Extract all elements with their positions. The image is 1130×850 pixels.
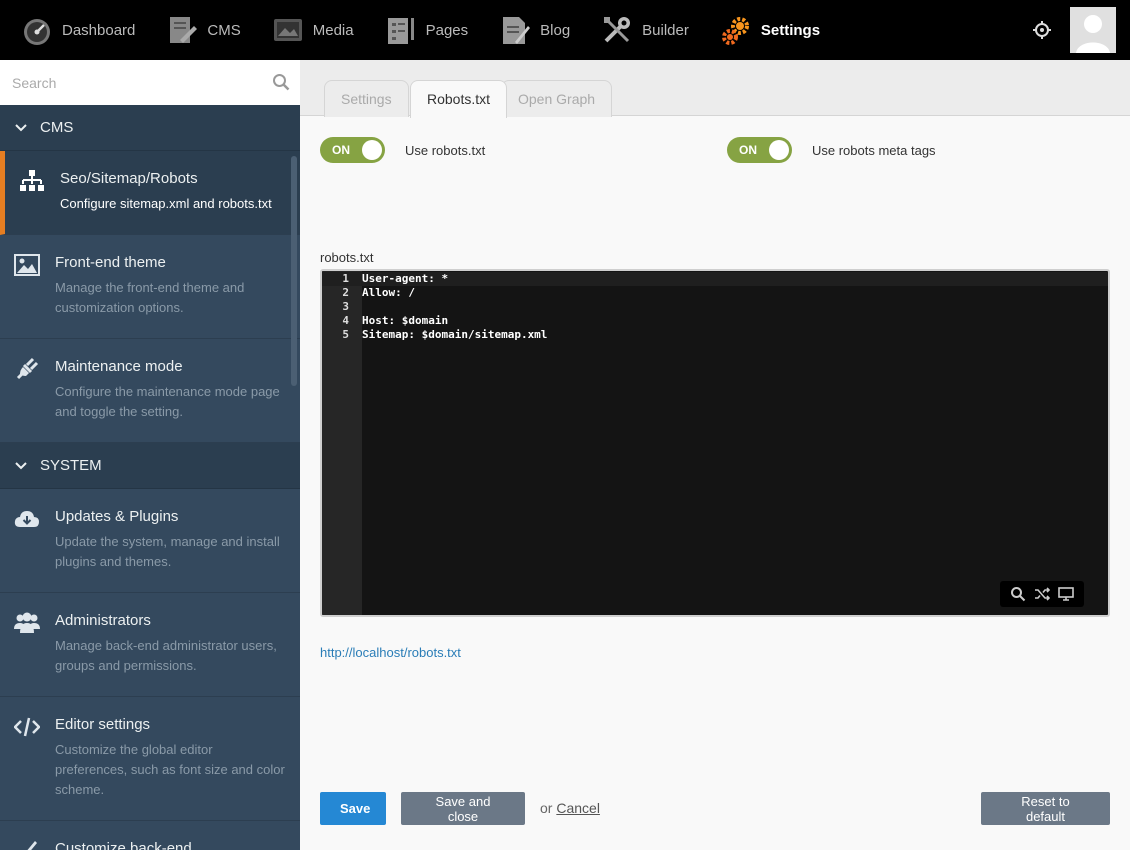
topbar-right — [1032, 0, 1130, 60]
sidebar-item-desc: Customize the global editor preferences,… — [55, 742, 285, 797]
code-line: 5 Sitemap: $domain/sitemap.xml — [342, 328, 548, 341]
switch-knob — [769, 140, 789, 160]
sidebar-item-desc: Configure sitemap.xml and robots.txt — [60, 196, 272, 211]
cancel-link[interactable]: Cancel — [556, 800, 600, 816]
cms-icon — [165, 13, 199, 47]
toggle-label: Use robots meta tags — [812, 142, 936, 158]
save-and-close-button[interactable]: Save and close — [401, 792, 525, 825]
crosshair-icon[interactable] — [1032, 20, 1052, 40]
blog-icon — [498, 13, 532, 47]
use-robots-meta-switch[interactable]: ON — [727, 137, 792, 163]
toggle-use-robots-txt: ON Use robots.txt — [320, 137, 485, 163]
tab-settings[interactable]: Settings — [324, 80, 409, 117]
sidebar-item-maintenance-mode[interactable]: Maintenance mode Configure the maintenan… — [0, 339, 300, 443]
tab-robots-txt[interactable]: Robots.txt — [410, 80, 508, 118]
sidebar-item-title: Updates & Plugins — [55, 508, 179, 525]
sidebar-item-seo-sitemap-robots[interactable]: Seo/Sitemap/Robots Configure sitemap.xml… — [0, 151, 300, 235]
or-cancel-group: or Cancel — [540, 800, 600, 816]
settings-icon — [719, 13, 753, 47]
chevron-down-icon — [14, 459, 28, 473]
group-label: CMS — [40, 119, 74, 136]
search-input[interactable] — [0, 60, 300, 105]
nav-pages[interactable]: Pages — [364, 0, 479, 60]
sitemap-icon — [19, 169, 45, 193]
search-icon[interactable] — [272, 73, 290, 91]
nav-media[interactable]: Media — [251, 0, 364, 60]
brush-icon — [14, 839, 40, 850]
reset-to-default-button[interactable]: Reset to default — [981, 792, 1110, 825]
builder-icon — [600, 13, 634, 47]
search-icon[interactable] — [1009, 585, 1027, 603]
sidebar-item-front-end-theme[interactable]: Front-end theme Manage the front-end the… — [0, 235, 300, 339]
user-icon — [1070, 7, 1116, 53]
sidebar-item-desc: Manage the front-end theme and customiza… — [55, 280, 245, 315]
nav-cms[interactable]: CMS — [145, 0, 250, 60]
sidebar-item-administrators[interactable]: Administrators Manage back-end administr… — [0, 593, 300, 697]
image-icon — [14, 253, 40, 277]
sidebar-item-desc: Configure the maintenance mode page and … — [55, 384, 280, 419]
main-content: Settings Robots.txt Open Graph ON Use ro… — [300, 60, 1130, 850]
cloud-download-icon — [14, 507, 40, 531]
robots-url-link[interactable]: http://localhost/robots.txt — [320, 645, 461, 660]
code-editor[interactable]: 1 User-agent: * 2 Allow: / 3 4 Host: $domai… — [320, 269, 1110, 617]
toggle-use-robots-meta: ON Use robots meta tags — [727, 137, 936, 163]
dashboard-icon — [20, 13, 54, 47]
editor-toolbar — [1000, 581, 1084, 607]
fullscreen-icon[interactable] — [1057, 585, 1075, 603]
chevron-down-icon — [14, 121, 28, 135]
sidebar-item-desc: Update the system, manage and install pl… — [55, 534, 280, 569]
group-header-cms[interactable]: CMS — [0, 105, 300, 151]
group-label: SYSTEM — [40, 457, 102, 474]
sidebar-item-updates-plugins[interactable]: Updates & Plugins Update the system, man… — [0, 489, 300, 593]
sidebar-item-desc: Manage back-end administrator users, gro… — [55, 638, 277, 673]
top-navbar: Dashboard CMS Media Pages Blog Builder S… — [0, 0, 1130, 60]
nav-builder[interactable]: Builder — [580, 0, 699, 60]
group-header-system[interactable]: SYSTEM — [0, 443, 300, 489]
nav-label: Builder — [642, 21, 689, 39]
avatar[interactable] — [1070, 7, 1116, 53]
switch-knob — [362, 140, 382, 160]
nav-blog[interactable]: Blog — [478, 0, 580, 60]
sidebar-item-title: Seo/Sitemap/Robots — [60, 170, 198, 187]
sidebar-item-customize-back-end[interactable]: Customize back-end — [0, 821, 300, 850]
nav-label: Blog — [540, 21, 571, 39]
save-button[interactable]: Save — [320, 792, 386, 825]
shuffle-icon[interactable] — [1033, 585, 1051, 603]
code-line: 1 User-agent: * — [342, 272, 449, 285]
sidebar-search — [0, 60, 300, 105]
pages-icon — [384, 13, 418, 47]
sidebar-item-title: Administrators — [55, 612, 151, 629]
sidebar-item-title: Front-end theme — [55, 254, 166, 271]
sidebar-item-title: Maintenance mode — [55, 358, 183, 375]
or-text: or — [540, 800, 553, 816]
tab-open-graph[interactable]: Open Graph — [501, 80, 613, 117]
media-icon — [271, 13, 305, 47]
use-robots-txt-switch[interactable]: ON — [320, 137, 385, 163]
nav-label: Media — [312, 21, 354, 39]
plug-icon — [14, 357, 40, 381]
sidebar-scrollbar[interactable] — [291, 156, 297, 386]
code-line: 3 — [342, 300, 349, 313]
switch-state-label: ON — [739, 143, 757, 157]
nav-settings[interactable]: Settings — [699, 0, 830, 60]
tabs-bar: Settings Robots.txt Open Graph — [300, 60, 1130, 118]
nav-label: Settings — [760, 21, 821, 39]
sidebar-item-title: Editor settings — [55, 716, 151, 733]
code-line: 4 Host: $domain — [342, 314, 449, 327]
sidebar: CMS Seo/Sitemap/Robots Configure sitemap… — [0, 60, 300, 850]
nav-label: Dashboard — [62, 21, 136, 39]
users-icon — [14, 611, 40, 635]
toggle-label: Use robots.txt — [405, 142, 486, 158]
switch-state-label: ON — [332, 143, 350, 157]
code-line: 2 Allow: / — [342, 286, 415, 299]
code-icon — [14, 715, 40, 739]
sidebar-item-editor-settings[interactable]: Editor settings Customize the global edi… — [0, 697, 300, 821]
nav-label: Pages — [425, 21, 469, 39]
nav-label: CMS — [207, 21, 241, 39]
robots-field-label: robots.txt — [320, 250, 374, 265]
nav-dashboard[interactable]: Dashboard — [0, 0, 145, 60]
sidebar-item-title: Customize back-end — [55, 840, 192, 850]
